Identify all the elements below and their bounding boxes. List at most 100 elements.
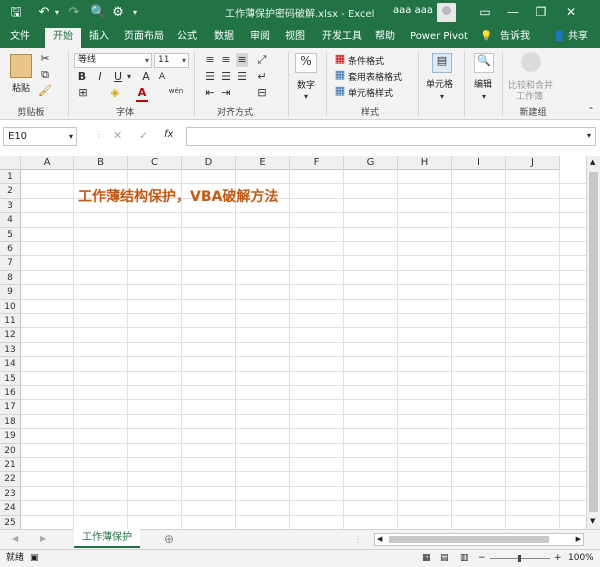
zoom-out-button[interactable]: − xyxy=(478,550,486,567)
font-size-select[interactable]: 11 ▾ xyxy=(154,53,189,68)
row-header[interactable]: 5 xyxy=(0,227,21,242)
horizontal-scrollbar[interactable]: ◀ ▶ xyxy=(374,533,584,546)
insert-function-icon[interactable]: fx xyxy=(164,129,173,140)
grow-font-button[interactable]: A xyxy=(140,70,152,84)
add-sheet-icon[interactable]: ⊕ xyxy=(164,532,174,546)
vertical-scroll-thumb[interactable] xyxy=(589,172,598,512)
zoom-slider[interactable] xyxy=(490,555,550,562)
scroll-right-icon[interactable]: ▶ xyxy=(576,535,581,543)
row-header[interactable]: 6 xyxy=(0,242,21,257)
tab-home[interactable]: 开始 xyxy=(45,28,81,48)
cell-styles-icon[interactable]: ▦ xyxy=(334,84,346,98)
tab-developer[interactable]: 开发工具 xyxy=(320,29,364,48)
zoom-slider-thumb[interactable] xyxy=(518,555,521,562)
format-as-table-icon[interactable]: ▦ xyxy=(334,68,346,82)
zoom-in-button[interactable]: + xyxy=(554,550,562,567)
quick-access-extra-icon[interactable]: ⚙ xyxy=(110,4,126,21)
format-as-table-button[interactable]: 套用表格格式 xyxy=(348,70,402,83)
increase-indent-icon[interactable]: ⇥ xyxy=(220,86,232,100)
tab-page-layout[interactable]: 页面布局 xyxy=(121,29,167,48)
cells-icon[interactable]: ▤ xyxy=(432,53,452,73)
column-header[interactable]: E xyxy=(236,156,290,170)
column-header[interactable]: G xyxy=(344,156,398,170)
scroll-up-icon[interactable]: ▲ xyxy=(590,158,595,166)
undo-dropdown-icon[interactable]: ▾ xyxy=(52,4,62,21)
align-left-icon[interactable]: ☰ xyxy=(204,70,216,84)
row-header[interactable]: 24 xyxy=(0,501,21,516)
align-top-icon[interactable]: ≡ xyxy=(204,53,216,67)
close-icon[interactable]: ✕ xyxy=(562,3,580,21)
formula-input[interactable] xyxy=(186,127,596,146)
column-header[interactable]: J xyxy=(506,156,560,170)
chevron-down-icon[interactable]: ▾ xyxy=(479,90,489,104)
tell-me-search[interactable]: 告诉我 xyxy=(498,29,532,48)
column-header[interactable]: H xyxy=(398,156,452,170)
column-header[interactable]: B xyxy=(74,156,128,170)
orientation-icon[interactable]: ⤢ xyxy=(256,53,268,67)
row-header[interactable]: 7 xyxy=(0,256,21,271)
row-header[interactable]: 8 xyxy=(0,270,21,286)
row-header[interactable]: 14 xyxy=(0,357,21,372)
row-header[interactable]: 4 xyxy=(0,213,21,228)
redo-icon[interactable]: ↷ xyxy=(66,4,82,21)
row-header[interactable]: 2 xyxy=(0,184,21,199)
normal-view-icon[interactable]: ▦ xyxy=(422,550,431,567)
worksheet-grid[interactable]: ABCDEFGHIJ 1 2 3 4 5 6 7 8 9 10 11 12 13 14 15 16 17 18 19… xyxy=(0,156,586,529)
tab-splitter-icon[interactable]: ⋮ xyxy=(354,535,362,544)
cell-b2[interactable]: 工作薄结构保护，VBA破解方法 xyxy=(78,186,278,206)
row-header[interactable]: 17 xyxy=(0,400,21,415)
tab-data[interactable]: 数据 xyxy=(211,29,237,48)
tab-file[interactable]: 文件 xyxy=(6,29,34,48)
decrease-indent-icon[interactable]: ⇤ xyxy=(204,86,216,100)
page-break-view-icon[interactable]: ▥ xyxy=(460,550,469,567)
tab-view[interactable]: 视图 xyxy=(283,29,307,48)
paste-label[interactable]: 粘贴 xyxy=(12,81,30,94)
restore-icon[interactable]: ❐ xyxy=(532,3,550,21)
scroll-left-icon[interactable]: ◀ xyxy=(377,535,382,543)
chevron-down-icon[interactable]: ▾ xyxy=(437,90,447,104)
merge-center-icon[interactable]: ⊟ xyxy=(256,86,268,100)
row-header[interactable]: 19 xyxy=(0,429,21,444)
underline-button[interactable]: U xyxy=(112,70,124,84)
conditional-format-icon[interactable]: ▦ xyxy=(334,52,346,66)
chevron-down-icon[interactable]: ▾ xyxy=(69,128,73,145)
row-header[interactable]: 15 xyxy=(0,371,21,386)
column-header[interactable]: F xyxy=(290,156,344,170)
ribbon-options-icon[interactable]: ▭ xyxy=(476,3,494,21)
number-format-icon[interactable]: % xyxy=(295,53,317,73)
share-icon[interactable]: 👤 xyxy=(553,29,565,48)
row-header[interactable]: 10 xyxy=(0,299,21,314)
user-name[interactable]: aaa aaa xyxy=(393,5,433,16)
horizontal-scroll-thumb[interactable] xyxy=(389,536,549,543)
collapse-ribbon-icon[interactable]: ⌃ xyxy=(586,104,596,118)
row-header[interactable]: 23 xyxy=(0,486,21,502)
share-button[interactable]: 共享 xyxy=(566,29,590,48)
format-painter-icon[interactable]: 🖌 xyxy=(38,84,52,98)
shrink-font-button[interactable]: A xyxy=(156,70,168,84)
column-header[interactable]: C xyxy=(128,156,182,170)
align-bottom-icon[interactable]: ≡ xyxy=(236,53,248,67)
row-header[interactable]: 13 xyxy=(0,342,21,358)
minimize-icon[interactable]: — xyxy=(504,3,522,21)
row-header[interactable]: 9 xyxy=(0,285,21,300)
border-icon[interactable]: ⊞ xyxy=(76,86,90,100)
column-header[interactable]: I xyxy=(452,156,506,170)
zoom-level[interactable]: 100% xyxy=(568,550,594,567)
compare-merge-icon[interactable] xyxy=(521,52,541,72)
undo-icon[interactable]: ↶ xyxy=(36,4,52,21)
enter-icon[interactable]: ✓ xyxy=(139,129,148,142)
lightbulb-icon[interactable]: 💡 xyxy=(480,29,492,48)
tab-formulas[interactable]: 公式 xyxy=(175,29,199,48)
copy-icon[interactable]: ⧉ xyxy=(38,68,52,82)
editing-label[interactable]: 编辑 xyxy=(474,77,492,90)
name-box[interactable]: E10 ▾ xyxy=(3,127,77,146)
scroll-down-icon[interactable]: ▼ xyxy=(590,517,595,525)
row-header[interactable]: 11 xyxy=(0,314,21,329)
fill-color-icon[interactable]: ◈ xyxy=(108,86,122,100)
row-header[interactable]: 16 xyxy=(0,386,21,401)
tab-insert[interactable]: 插入 xyxy=(86,29,112,48)
row-header[interactable]: 18 xyxy=(0,414,21,430)
macro-record-icon[interactable]: ▣ xyxy=(30,550,39,567)
bold-button[interactable]: B xyxy=(76,70,88,84)
conditional-format-button[interactable]: 条件格式 xyxy=(348,54,384,67)
